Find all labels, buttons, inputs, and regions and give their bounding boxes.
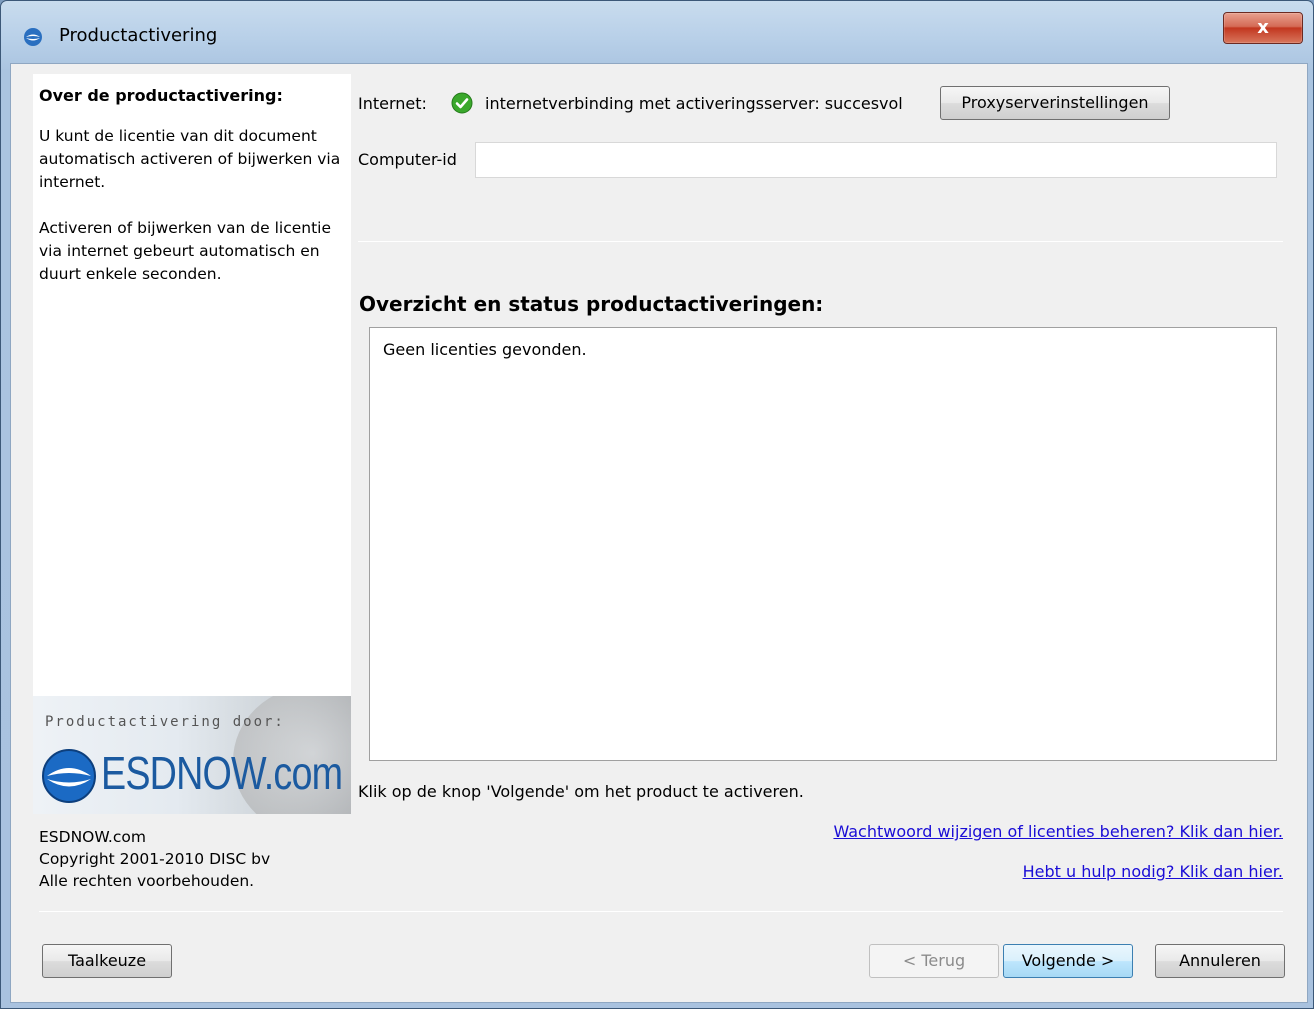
copyright-line: Copyright 2001-2010 DISC bv [39, 850, 271, 868]
logo-caption: Productactivering door: [45, 714, 285, 730]
computer-id-field[interactable] [475, 142, 1277, 178]
logo-text: ESDNOW.com [101, 747, 343, 799]
esdnow-logo-icon [42, 749, 96, 803]
next-button[interactable]: Volgende > [1003, 944, 1133, 978]
title-bar[interactable]: Productactivering x [1, 1, 1313, 63]
copyright-block: ESDNOW.com Copyright 2001-2010 DISC bv A… [39, 826, 270, 892]
close-icon: x [1257, 17, 1269, 38]
copyright-line: Alle rechten voorbehouden. [39, 872, 255, 890]
internet-status: internetverbinding met activeringsserver… [485, 94, 903, 113]
esdnow-logo: Productactivering door: ESDNOW.com [33, 696, 351, 814]
success-check-icon [451, 92, 473, 114]
cancel-button[interactable]: Annuleren [1155, 944, 1285, 978]
status-text: Geen licenties gevonden. [383, 340, 587, 359]
app-icon [24, 28, 42, 46]
info-paragraph-1: U kunt de licentie van dit document auto… [39, 127, 341, 191]
dialog-client-area: Over de productactivering: U kunt de lic… [10, 63, 1308, 1003]
separator [358, 241, 1283, 242]
dialog-window: Productactivering x Over de productactiv… [0, 0, 1314, 1009]
close-button[interactable]: x [1223, 12, 1303, 44]
separator [39, 911, 1283, 912]
proxy-settings-button[interactable]: Proxyserverinstellingen [940, 86, 1170, 120]
help-link[interactable]: Hebt u hulp nodig? Klik dan hier. [1023, 862, 1283, 881]
language-button[interactable]: Taalkeuze [42, 944, 172, 978]
copyright-line: ESDNOW.com [39, 828, 146, 846]
info-panel: Over de productactivering: U kunt de lic… [33, 74, 351, 814]
info-paragraph-2: Activeren of bijwerken van de licentie v… [39, 219, 332, 283]
window-title: Productactivering [59, 25, 218, 46]
manage-licenses-link[interactable]: Wachtwoord wijzigen of licenties beheren… [833, 822, 1283, 841]
internet-label: Internet: [358, 94, 427, 113]
activation-status-list[interactable]: Geen licenties gevonden. [369, 327, 1277, 761]
back-button[interactable]: < Terug [869, 944, 999, 978]
overview-heading: Overzicht en status productactiveringen: [359, 292, 824, 316]
computer-id-label: Computer-id [358, 150, 457, 169]
info-heading: Over de productactivering: [39, 86, 283, 105]
instruction-text: Klik op de knop 'Volgende' om het produc… [358, 782, 804, 801]
